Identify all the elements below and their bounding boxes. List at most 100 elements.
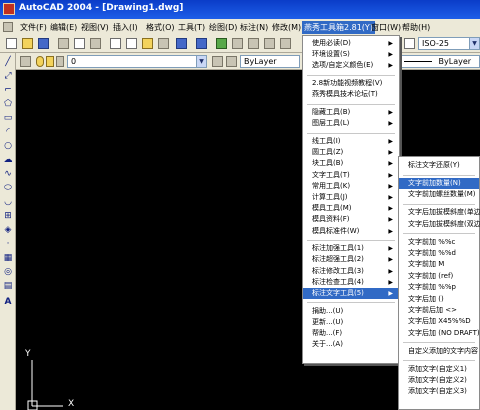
toolbox-menu-item[interactable]: 模具资料(F) ▶ [303,214,399,225]
dimension-style-combo[interactable]: ISO-25 ▼ [418,37,480,50]
zoom-previous-icon[interactable] [280,38,291,49]
zoom-window-icon[interactable] [264,38,275,49]
lightbulb-icon[interactable] [36,56,44,67]
ellipse-arc-icon[interactable]: ◡ [3,197,13,207]
text-tools-submenu-item[interactable]: 标注文字还原(Y) [399,160,479,171]
menu-format[interactable]: 格式(O) [144,21,177,34]
toolbox-menu-item[interactable]: 关于...(A) [303,339,399,350]
layer-previous-icon[interactable] [226,56,237,67]
text-tools-submenu-item[interactable]: 文字后加 (NO DRAFT) [399,328,480,339]
menu-draw[interactable]: 绘图(D) [207,21,239,34]
chevron-down-icon[interactable]: ▼ [469,38,479,49]
toolbox-menu-item[interactable]: 块工具(B) ▶ [303,158,399,169]
text-tools-submenu-item[interactable]: 添加文字(自定义2) [399,375,479,386]
rectangle-icon[interactable]: ▭ [3,113,13,123]
construction-line-icon[interactable]: ⤢ [3,71,13,81]
text-tools-submenu-item[interactable]: 文字前加数量(N) [399,177,479,189]
text-tools-submenu-item[interactable]: 文字前加 M [399,259,479,270]
pan-icon[interactable] [232,38,243,49]
text-tools-submenu-item[interactable]: 自定义添加的文字内容 [399,346,479,357]
text-tools-submenu-item[interactable]: 文字前加 (ref) [399,271,479,282]
toolbox-menu-item[interactable]: 圆工具(Z) ▶ [303,147,399,158]
menu-window[interactable]: 窗口(W) [369,21,403,34]
make-block-icon[interactable]: ◈ [3,225,13,235]
save-icon[interactable] [38,38,49,49]
paste-icon[interactable] [142,38,153,49]
toolbox-menu-item[interactable]: 图层工具(L) ▶ [303,118,399,129]
dim-style-icon[interactable] [404,38,415,49]
lock-icon[interactable] [56,56,64,67]
line-icon[interactable]: ╱ [3,57,13,67]
text-tools-submenu-item[interactable]: 文字后加拔模斜度(双边) [399,219,480,230]
table-icon[interactable]: ▤ [3,281,13,291]
text-tools-submenu-item[interactable]: 文字前加螺丝数量(M) [399,189,479,200]
circle-icon[interactable]: ○ [3,141,13,151]
toolbox-menu-item[interactable]: 隐藏工具(B) ▶ [303,107,399,118]
sun-icon[interactable] [46,56,54,67]
zoom-icon[interactable] [248,38,259,49]
toolbox-menu-item[interactable]: 捐助...(U) [303,306,399,317]
ellipse-icon[interactable]: ⬭ [3,183,13,193]
toolbox-menu-item[interactable]: 常用工具(K) ▶ [303,181,399,192]
new-icon[interactable] [6,38,17,49]
insert-block-icon[interactable]: ⊞ [3,211,13,221]
toolbox-menu-item[interactable]: 燕秀模具技术论坛(T) [303,89,399,100]
color-combo[interactable]: ByLayer [240,55,300,68]
text-tools-submenu-item[interactable]: 文字前加 %%d [399,248,479,259]
autocad-app-icon[interactable] [3,3,15,15]
menu-edit[interactable]: 编辑(E) [48,21,79,34]
toolbox-menu-item[interactable]: 文字工具(T) ▶ [303,170,399,181]
revision-cloud-icon[interactable]: ☁ [3,155,13,165]
chevron-down-icon[interactable]: ▼ [196,56,206,67]
preview-icon[interactable] [74,38,85,49]
menu-insert[interactable]: 插入(I) [111,21,140,34]
menu-yanxiu-toolbox[interactable]: 燕秀工具箱2.81(Y) [302,21,375,34]
menu-tools[interactable]: 工具(T) [176,21,207,34]
toolbox-menu-item[interactable]: 标注修改工具(3) ▶ [303,266,399,277]
toolbox-menu-item[interactable]: 2.8新功能视频教程(V) [303,78,399,89]
text-tools-submenu-item[interactable]: 文字前加 %%p [399,282,479,293]
hatch-icon[interactable]: ▦ [3,253,13,263]
toolbox-menu-item[interactable]: 模具工具(M) ▶ [303,203,399,214]
match-properties-icon[interactable] [158,38,169,49]
point-icon[interactable]: · [3,239,13,249]
hyperlink-icon[interactable] [216,38,227,49]
print-icon[interactable] [58,38,69,49]
spline-icon[interactable]: ∿ [3,169,13,179]
toolbox-menu-item[interactable]: 计算工具(J) ▶ [303,192,399,203]
menu-file[interactable]: 文件(F) [18,21,49,34]
open-icon[interactable] [22,38,33,49]
toolbox-menu-item[interactable]: 更新...(U) [303,317,399,328]
text-tools-submenu-item[interactable]: 文字后加拔模斜度(单边) [399,207,480,218]
multiline-text-icon[interactable]: A [3,297,13,307]
redo-icon[interactable] [196,38,207,49]
publish-icon[interactable] [90,38,101,49]
text-tools-submenu-item[interactable]: 文字后加 X45%%D [399,316,479,327]
arc-icon[interactable]: ◜ [3,127,13,137]
toolbox-menu-item[interactable]: 帮助...(F) [303,328,399,339]
toolbox-menu-item[interactable]: 线工具(I) ▶ [303,136,399,147]
copy-icon[interactable] [126,38,137,49]
toolbox-menu-item[interactable]: 环境设置(S) ▶ [303,49,399,60]
linetype-combo[interactable]: ByLayer [400,55,480,68]
make-current-layer-icon[interactable] [212,56,223,67]
polyline-icon[interactable]: ⌐ [3,85,13,95]
text-tools-submenu-item[interactable]: 文字后加 () [399,294,479,305]
menu-view[interactable]: 视图(V) [79,21,111,34]
toolbox-menu-item[interactable]: 标注检查工具(4) ▶ [303,277,399,288]
toolbox-menu-item[interactable]: 标注加强工具(1) ▶ [303,243,399,254]
menu-help[interactable]: 帮助(H) [400,21,432,34]
text-tools-submenu-item[interactable]: 文字前后加 <> [399,305,479,316]
text-tools-submenu-item[interactable]: 文字前加 %%c [399,237,479,248]
polygon-icon[interactable]: ⬠ [3,99,13,109]
document-icon[interactable] [3,22,13,32]
layer-manager-icon[interactable] [20,56,31,67]
layer-combo[interactable]: 0 ▼ [67,55,207,68]
toolbox-menu-item[interactable]: 使用必读(D) ▶ [303,38,399,49]
toolbox-menu-item[interactable]: 模具标准件(W) ▶ [303,226,399,237]
text-tools-submenu-item[interactable]: 添加文字(自定义3) [399,386,479,397]
toolbox-menu-item[interactable]: 标注超强工具(2) ▶ [303,254,399,265]
text-tools-submenu-item[interactable]: 添加文字(自定义1) [399,364,479,375]
toolbox-menu-item[interactable]: 标注文字工具(5) ▶ [303,288,399,299]
region-icon[interactable]: ◎ [3,267,13,277]
